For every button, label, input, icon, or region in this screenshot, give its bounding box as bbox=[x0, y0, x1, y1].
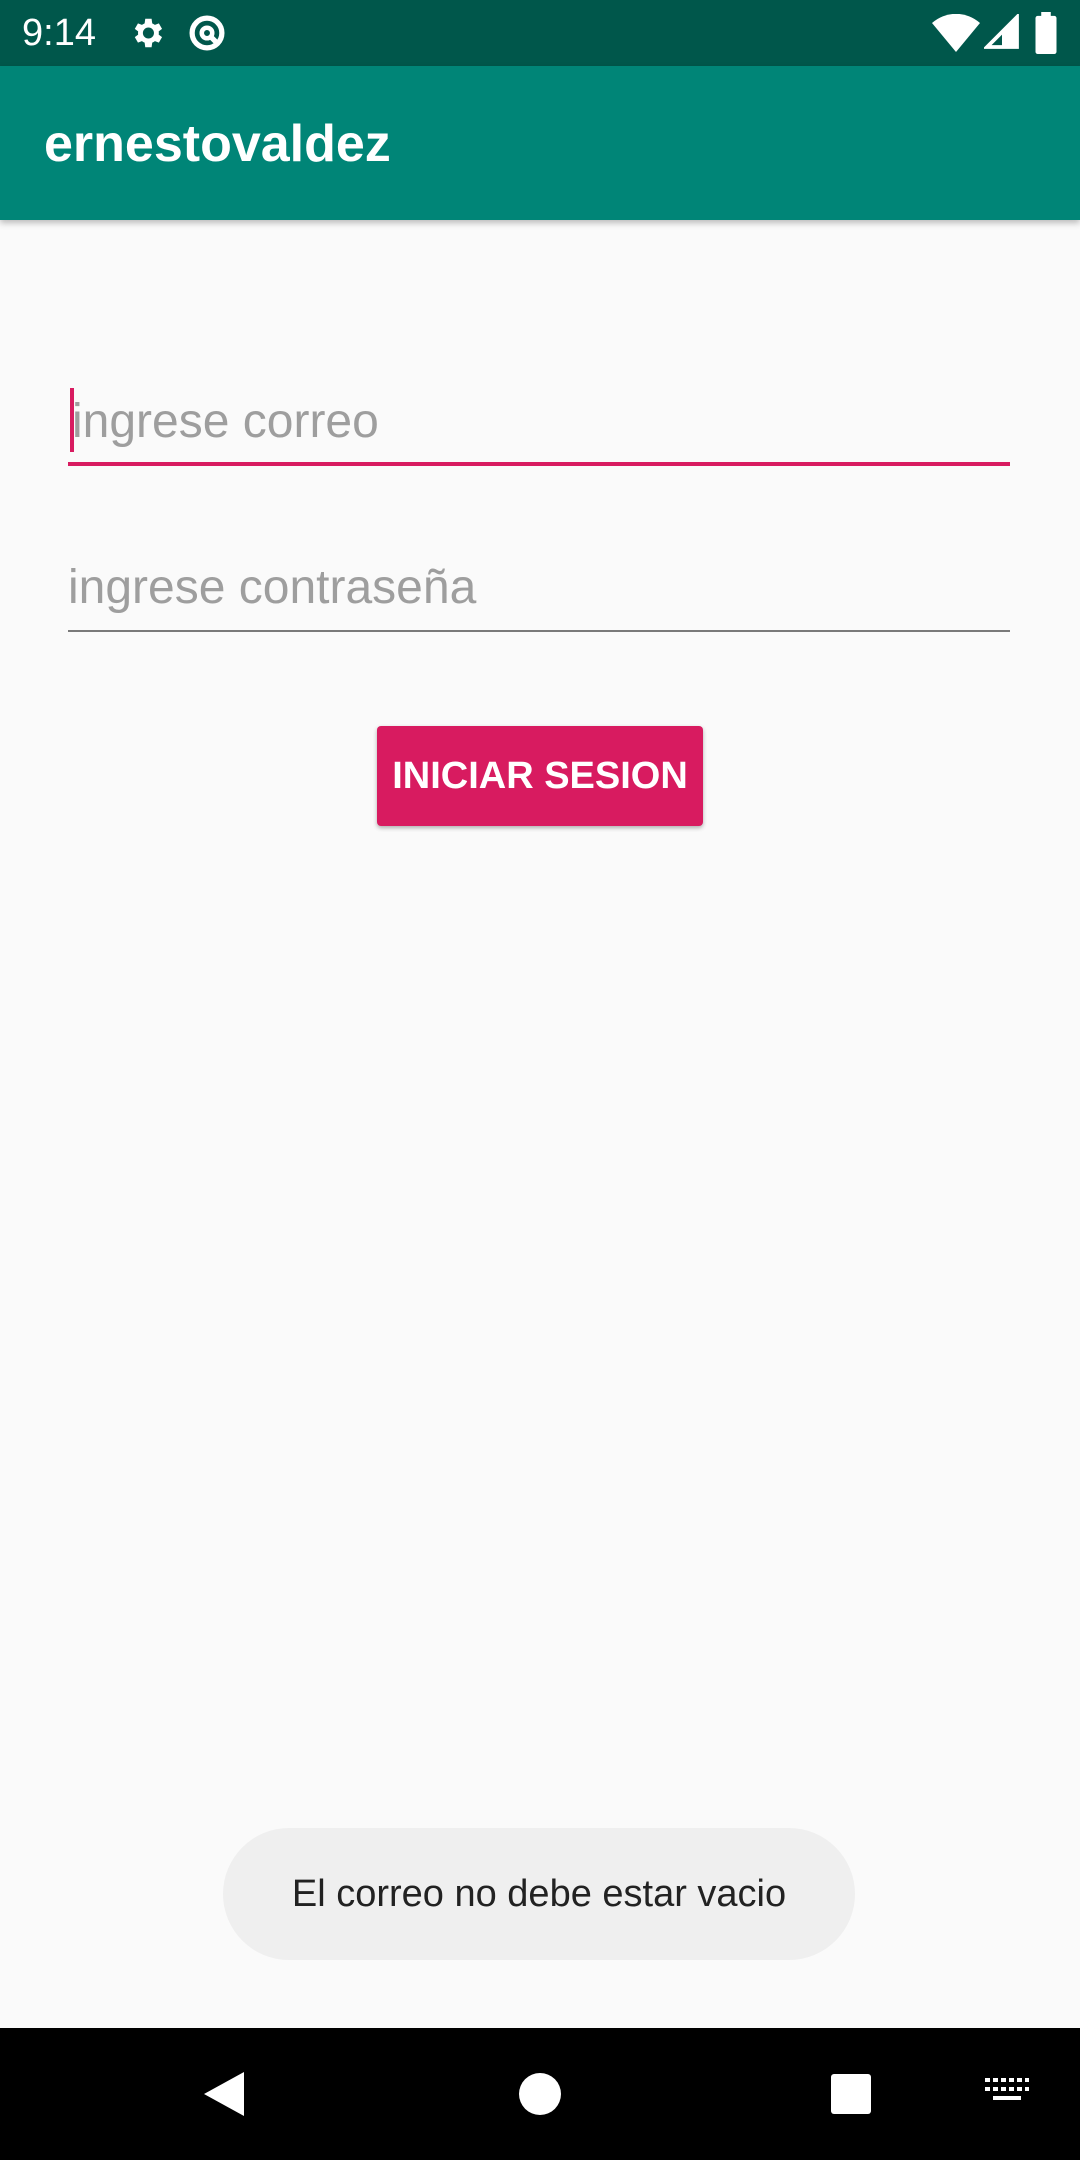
toast-message: El correo no debe estar vacio bbox=[223, 1828, 855, 1960]
status-bar: 9:14 bbox=[0, 0, 1080, 66]
nav-bar bbox=[0, 2028, 1080, 2160]
password-underline bbox=[68, 630, 1010, 632]
battery-icon bbox=[1035, 12, 1057, 54]
app-title: ernestovaldez bbox=[44, 115, 391, 173]
email-field[interactable] bbox=[68, 376, 1014, 466]
home-icon[interactable] bbox=[518, 2072, 562, 2116]
status-time: 9:14 bbox=[22, 12, 96, 54]
signal-icon bbox=[984, 14, 1019, 49]
keyboard-icon[interactable] bbox=[985, 2078, 1029, 2106]
wifi-icon bbox=[932, 14, 980, 52]
login-button[interactable]: INICIAR SESION bbox=[377, 726, 703, 826]
email-underline bbox=[68, 462, 1010, 466]
back-icon[interactable] bbox=[202, 2070, 246, 2118]
recents-icon[interactable] bbox=[829, 2072, 873, 2116]
email-input[interactable] bbox=[68, 376, 1014, 466]
password-field[interactable] bbox=[68, 542, 1010, 632]
app-bar: ernestovaldez bbox=[0, 66, 1080, 220]
toast-text: El correo no debe estar vacio bbox=[291, 1872, 787, 1915]
data-saver-icon bbox=[189, 15, 225, 51]
gear-icon bbox=[134, 18, 163, 48]
password-input[interactable] bbox=[68, 542, 1010, 632]
